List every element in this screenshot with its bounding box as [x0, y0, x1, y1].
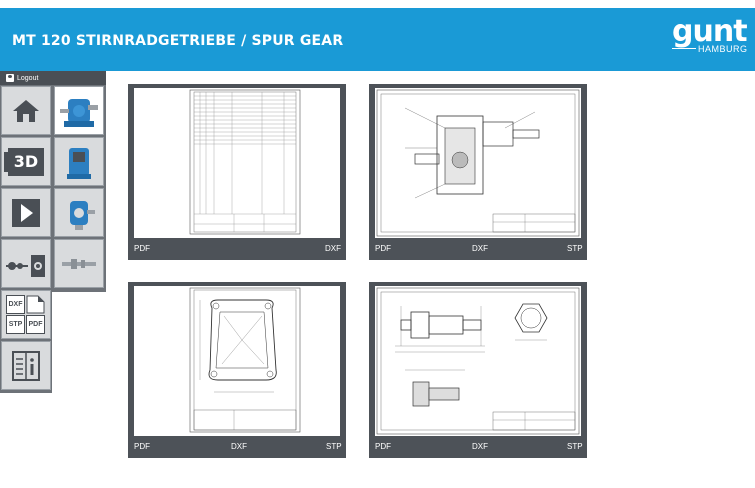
assembly-icon [6, 254, 45, 277]
pdf-link[interactable]: PDF [375, 244, 391, 253]
sidebar: 3D DXF STP PDF [0, 85, 52, 393]
drawing-card-shaft-details[interactable]: PDF DXF STP [369, 282, 587, 458]
submenu-item-gearbox-housing[interactable] [54, 188, 104, 237]
pdf-tag: PDF [26, 314, 45, 334]
user-icon [6, 74, 14, 82]
logout-button[interactable]: Logout [0, 71, 106, 85]
drawing-card-parts-list[interactable]: PDF DXF [128, 84, 346, 260]
sidebar-item-assembly[interactable] [1, 239, 51, 288]
parts-list-drawing [189, 89, 301, 235]
play-icon [12, 198, 40, 227]
pdf-link[interactable]: PDF [134, 244, 150, 253]
gearbox-side-icon [67, 147, 91, 179]
window-top-strip [0, 0, 755, 8]
drawing-preview[interactable] [134, 88, 340, 238]
3d-icon: 3D [4, 147, 44, 176]
sidebar-item-info[interactable] [1, 341, 51, 390]
pdf-link[interactable]: PDF [134, 442, 150, 451]
submenu [52, 85, 106, 292]
logo-line [672, 48, 696, 49]
submenu-item-shaft[interactable] [54, 239, 104, 288]
dxf-link[interactable]: DXF [472, 442, 488, 451]
page-title: MT 120 STIRNRADGETRIEBE / SPUR GEAR [12, 33, 344, 49]
shaft-details-drawing [376, 287, 580, 435]
sidebar-item-video[interactable] [1, 188, 51, 237]
housing-flange-drawing [189, 287, 301, 433]
pdf-link[interactable]: PDF [375, 442, 391, 451]
logo-subtext: HAMBURG [698, 44, 748, 54]
sidebar-item-home[interactable] [1, 86, 51, 135]
shaft-icon [62, 258, 96, 269]
assembly-section-drawing [376, 89, 580, 237]
sidebar-item-formats[interactable]: DXF STP PDF [1, 290, 51, 339]
dxf-link[interactable]: DXF [231, 442, 247, 451]
submenu-item-gearbox-full[interactable] [54, 86, 104, 135]
submenu-item-gearbox-side[interactable] [54, 137, 104, 186]
drawing-preview[interactable] [375, 88, 581, 238]
stp-link[interactable]: STP [567, 244, 583, 253]
logout-label: Logout [17, 74, 39, 82]
gearbox-icon [60, 98, 98, 127]
stp-link[interactable]: STP [326, 442, 342, 451]
3d-label: 3D [13, 151, 39, 171]
stp-tag: STP [6, 314, 25, 334]
dxf-link[interactable]: DXF [472, 244, 488, 253]
drawing-card-assembly-section[interactable]: PDF DXF STP [369, 84, 587, 260]
dxf-tag: DXF [6, 294, 25, 314]
sidebar-item-3d[interactable]: 3D [1, 137, 51, 186]
drawing-preview[interactable] [375, 286, 581, 436]
stp-link[interactable]: STP [567, 442, 583, 451]
drawing-card-housing-flange[interactable]: PDF DXF STP [128, 282, 346, 458]
file-formats-icon: DXF STP PDF [6, 294, 46, 335]
document-icon [26, 295, 45, 313]
housing-icon [70, 200, 95, 230]
info-icon [12, 350, 40, 381]
home-icon [13, 99, 39, 122]
gunt-logo: gunt HAMBURG [672, 14, 754, 58]
drawing-preview[interactable] [134, 286, 340, 436]
dxf-link[interactable]: DXF [325, 244, 341, 253]
